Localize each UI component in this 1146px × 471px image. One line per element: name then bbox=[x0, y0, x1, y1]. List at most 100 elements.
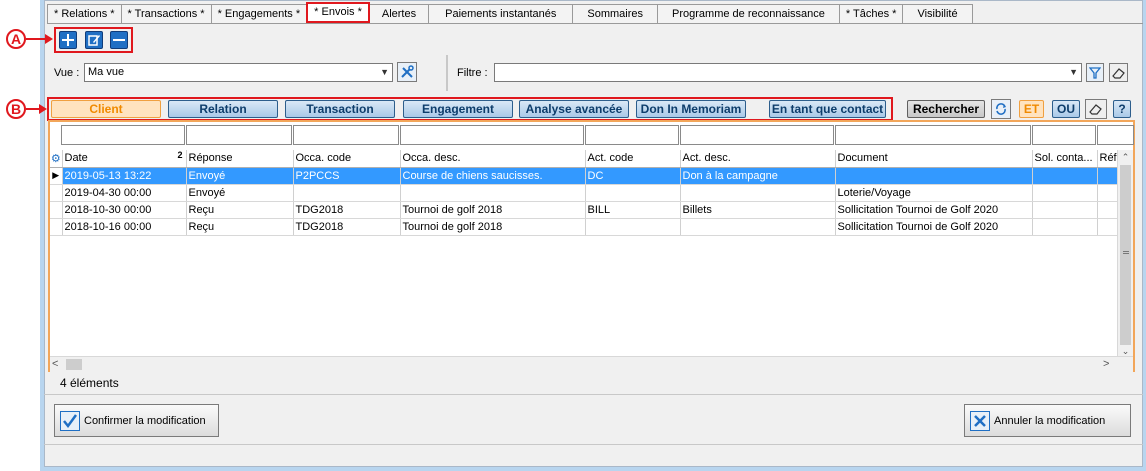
clear-filter-button[interactable] bbox=[1109, 63, 1128, 82]
tab-paiements[interactable]: Paiements instantanés bbox=[428, 4, 574, 24]
cell-reponse[interactable]: Envoyé bbox=[186, 167, 294, 185]
search-button[interactable]: Rechercher bbox=[907, 100, 985, 118]
filter-date-input[interactable] bbox=[61, 125, 185, 145]
add-button[interactable] bbox=[59, 31, 77, 49]
cell-act-code[interactable] bbox=[585, 218, 681, 236]
filter-select[interactable]: ▼ bbox=[494, 63, 1082, 82]
cell-sol-contact[interactable] bbox=[1032, 184, 1098, 202]
category-client-button[interactable]: Client bbox=[51, 100, 161, 118]
cell-act-code[interactable]: BILL bbox=[585, 201, 681, 219]
column-header-reponse[interactable]: Réponse bbox=[186, 150, 294, 168]
tab-programme[interactable]: Programme de reconnaissance bbox=[657, 4, 840, 24]
filter-act-code-input[interactable] bbox=[585, 125, 679, 145]
or-button[interactable]: OU bbox=[1052, 100, 1080, 118]
vertical-scrollbar[interactable]: ⌃ ⌄ bbox=[1117, 150, 1133, 356]
tab-transactions[interactable]: * Transactions * bbox=[120, 4, 212, 24]
column-header-occa-code[interactable]: Occa. code bbox=[293, 150, 401, 168]
table-row[interactable]: 2018-10-30 00:00 Reçu TDG2018 Tournoi de… bbox=[50, 201, 1120, 219]
cell-occa-code[interactable]: TDG2018 bbox=[293, 201, 401, 219]
category-analyse-button[interactable]: Analyse avancée bbox=[519, 100, 629, 118]
apply-filter-button[interactable] bbox=[1086, 63, 1104, 82]
filter-act-desc-input[interactable] bbox=[680, 125, 834, 145]
view-settings-button[interactable] bbox=[397, 62, 417, 82]
cell-date[interactable]: 2018-10-16 00:00 bbox=[62, 218, 187, 236]
cell-act-desc[interactable]: Billets bbox=[680, 201, 836, 219]
remove-button[interactable] bbox=[110, 31, 128, 49]
tab-alertes[interactable]: Alertes bbox=[368, 4, 430, 24]
scroll-thumb[interactable] bbox=[66, 359, 82, 370]
cell-sol-contact[interactable] bbox=[1032, 218, 1098, 236]
filter-document-input[interactable] bbox=[835, 125, 1031, 145]
help-button[interactable]: ? bbox=[1113, 100, 1131, 118]
category-contact-button[interactable]: En tant que contact bbox=[769, 100, 886, 118]
table-row[interactable]: 2019-04-30 00:00 Envoyé Loterie/Voyage bbox=[50, 184, 1120, 202]
filter-occa-desc-input[interactable] bbox=[400, 125, 584, 145]
cell-act-desc[interactable] bbox=[680, 218, 836, 236]
cell-occa-code[interactable]: TDG2018 bbox=[293, 218, 401, 236]
cell-document[interactable]: Sollicitation Tournoi de Golf 2020 bbox=[835, 218, 1033, 236]
cell-ref[interactable] bbox=[1097, 201, 1120, 219]
refresh-button[interactable] bbox=[991, 99, 1011, 119]
column-header-act-desc[interactable]: Act. desc. bbox=[680, 150, 836, 168]
scroll-left-icon[interactable]: < bbox=[52, 358, 58, 370]
view-select[interactable]: Ma vue ▼ bbox=[84, 63, 393, 82]
clear-search-button[interactable] bbox=[1085, 99, 1107, 119]
filter-occa-code-input[interactable] bbox=[293, 125, 399, 145]
cell-occa-desc[interactable]: Tournoi de golf 2018 bbox=[400, 201, 586, 219]
tab-engagements[interactable]: * Engagements * bbox=[210, 4, 308, 24]
scroll-thumb[interactable] bbox=[1120, 165, 1131, 345]
filter-reponse-input[interactable] bbox=[186, 125, 292, 145]
column-header-ref[interactable]: Réf bbox=[1097, 150, 1120, 168]
cell-date[interactable]: 2019-05-13 13:22 bbox=[62, 167, 187, 185]
cell-sol-contact[interactable] bbox=[1032, 167, 1098, 185]
category-memoriam-button[interactable]: Don In Memoriam bbox=[636, 100, 746, 118]
category-transaction-button[interactable]: Transaction bbox=[285, 100, 395, 118]
confirm-label: Confirmer la modification bbox=[84, 414, 206, 427]
confirm-button[interactable]: Confirmer la modification bbox=[54, 404, 219, 437]
tab-taches[interactable]: * Tâches * bbox=[838, 4, 904, 24]
cell-reponse[interactable]: Reçu bbox=[186, 218, 294, 236]
cancel-button[interactable]: Annuler la modification bbox=[964, 404, 1131, 437]
column-header-sol-contact[interactable]: Sol. conta... bbox=[1032, 150, 1098, 168]
scroll-right-icon[interactable]: > bbox=[1103, 358, 1109, 370]
cell-reponse[interactable]: Reçu bbox=[186, 201, 294, 219]
tab-envois[interactable]: * Envois * bbox=[306, 2, 370, 23]
cell-sol-contact[interactable] bbox=[1032, 201, 1098, 219]
and-button[interactable]: ET bbox=[1019, 100, 1044, 118]
cell-ref[interactable] bbox=[1097, 218, 1120, 236]
table-row[interactable]: ▶ 2019-05-13 13:22 Envoyé P2PCCS Course … bbox=[50, 167, 1120, 185]
horizontal-scrollbar[interactable]: < > bbox=[50, 356, 1133, 372]
tab-visibilite[interactable]: Visibilité bbox=[902, 4, 973, 24]
cell-act-code[interactable]: DC bbox=[585, 167, 681, 185]
cell-date[interactable]: 2019-04-30 00:00 bbox=[62, 184, 187, 202]
scroll-up-icon[interactable]: ⌃ bbox=[1118, 150, 1133, 164]
cell-document[interactable]: Sollicitation Tournoi de Golf 2020 bbox=[835, 201, 1033, 219]
column-header-document[interactable]: Document bbox=[835, 150, 1033, 168]
cell-ref[interactable] bbox=[1097, 167, 1120, 185]
cell-ref[interactable] bbox=[1097, 184, 1120, 202]
cell-occa-desc[interactable]: Tournoi de golf 2018 bbox=[400, 218, 586, 236]
category-relation-button[interactable]: Relation bbox=[168, 100, 278, 118]
cell-occa-desc[interactable] bbox=[400, 184, 586, 202]
tab-relations[interactable]: * Relations * bbox=[47, 4, 122, 24]
filter-ref-input[interactable] bbox=[1097, 125, 1134, 145]
cell-occa-code[interactable]: P2PCCS bbox=[293, 167, 401, 185]
cell-act-desc[interactable]: Don à la campagne bbox=[680, 167, 836, 185]
cell-occa-desc[interactable]: Course de chiens saucisses. bbox=[400, 167, 586, 185]
filter-sol-input[interactable] bbox=[1032, 125, 1096, 145]
column-header-date[interactable]: Date 2 bbox=[62, 150, 187, 168]
column-header-act-code[interactable]: Act. code bbox=[585, 150, 681, 168]
tab-sommaires[interactable]: Sommaires bbox=[572, 4, 659, 24]
cell-act-desc[interactable] bbox=[680, 184, 836, 202]
cell-reponse[interactable]: Envoyé bbox=[186, 184, 294, 202]
cell-date[interactable]: 2018-10-30 00:00 bbox=[62, 201, 187, 219]
settings-icon[interactable]: ⚙ bbox=[50, 150, 63, 168]
column-header-occa-desc[interactable]: Occa. desc. bbox=[400, 150, 586, 168]
cell-occa-code[interactable] bbox=[293, 184, 401, 202]
cell-act-code[interactable] bbox=[585, 184, 681, 202]
table-row[interactable]: 2018-10-16 00:00 Reçu TDG2018 Tournoi de… bbox=[50, 218, 1120, 236]
category-engagement-button[interactable]: Engagement bbox=[403, 100, 513, 118]
edit-button[interactable] bbox=[85, 31, 103, 49]
cell-document[interactable] bbox=[835, 167, 1033, 185]
cell-document[interactable]: Loterie/Voyage bbox=[835, 184, 1033, 202]
